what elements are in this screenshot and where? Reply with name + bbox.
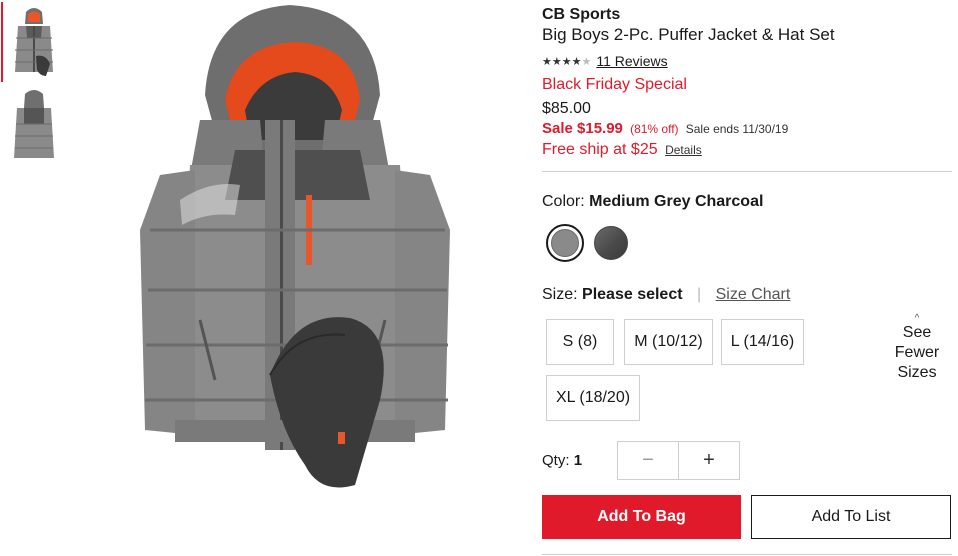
color-label: Color: (542, 193, 585, 210)
size-selection-label: Size: Please select | Size Chart (542, 286, 790, 304)
swatch-fill (551, 229, 579, 257)
size-option-s[interactable]: S (8) (546, 319, 614, 365)
size-label: Size: (542, 286, 578, 303)
original-price: $85.00 (542, 100, 591, 117)
promo-label: Black Friday Special (542, 76, 687, 93)
size-option-l[interactable]: L (14/16) (721, 319, 804, 365)
free-shipping-text: Free ship at $25 (542, 141, 658, 158)
color-selection-label: Color: Medium Grey Charcoal (542, 193, 763, 211)
main-product-image (120, 0, 500, 556)
sale-price-row: Sale $15.99 (81% off) Sale ends 11/30/19 (542, 120, 788, 137)
brand-name[interactable]: CB Sports (542, 6, 620, 24)
sale-price: Sale $15.99 (542, 120, 623, 137)
selected-color-name: Medium Grey Charcoal (589, 193, 764, 210)
product-title: Big Boys 2-Pc. Puffer Jacket & Hat Set (542, 25, 835, 44)
quantity-label: Qty: (542, 452, 570, 469)
jacket-back-thumbnail-image (14, 90, 54, 158)
shipping-details-link[interactable]: Details (665, 143, 702, 157)
color-swatch-medium-grey-charcoal[interactable] (546, 224, 584, 262)
toggle-line-1: See (902, 324, 932, 341)
selected-size: Please select (582, 286, 683, 303)
add-to-list-button[interactable]: Add To List (751, 495, 951, 539)
free-shipping-row: Free ship at $25 Details (542, 141, 702, 159)
sale-end-date: Sale ends 11/30/19 (685, 122, 789, 136)
quantity-label-row: Qty: 1 (542, 452, 582, 469)
thumbnail-jacket-with-hat[interactable] (1, 2, 58, 82)
rating-row: ★★★★★ 11 Reviews (542, 53, 668, 69)
color-swatch-charcoal[interactable] (594, 226, 628, 260)
thumbnail-jacket-back[interactable] (10, 88, 58, 162)
puffer-jacket-image (140, 5, 450, 488)
star-rating-icon: ★★★★★ (542, 55, 592, 68)
quantity-value: 1 (573, 452, 583, 469)
divider (542, 554, 952, 555)
size-option-xl[interactable]: XL (18/20) (546, 375, 640, 421)
chevron-up-icon: ^ (914, 313, 920, 324)
toggle-line-3: Sizes (897, 364, 937, 381)
quantity-stepper: − + (617, 441, 740, 480)
size-option-m[interactable]: M (10/12) (624, 319, 713, 365)
reviews-link[interactable]: 11 Reviews (596, 53, 667, 69)
decrease-quantity-button[interactable]: − (618, 442, 679, 479)
add-to-bag-button[interactable]: Add To Bag (542, 495, 741, 539)
discount-percent: (81% off) (630, 122, 679, 136)
divider (542, 171, 952, 172)
see-fewer-sizes-toggle[interactable]: ^ See Fewer Sizes (892, 313, 942, 383)
increase-quantity-button[interactable]: + (679, 442, 739, 479)
separator: | (697, 286, 702, 303)
toggle-line-2: Fewer (894, 344, 940, 361)
size-chart-link[interactable]: Size Chart (716, 286, 791, 303)
jacket-hat-thumbnail-image (15, 8, 53, 76)
